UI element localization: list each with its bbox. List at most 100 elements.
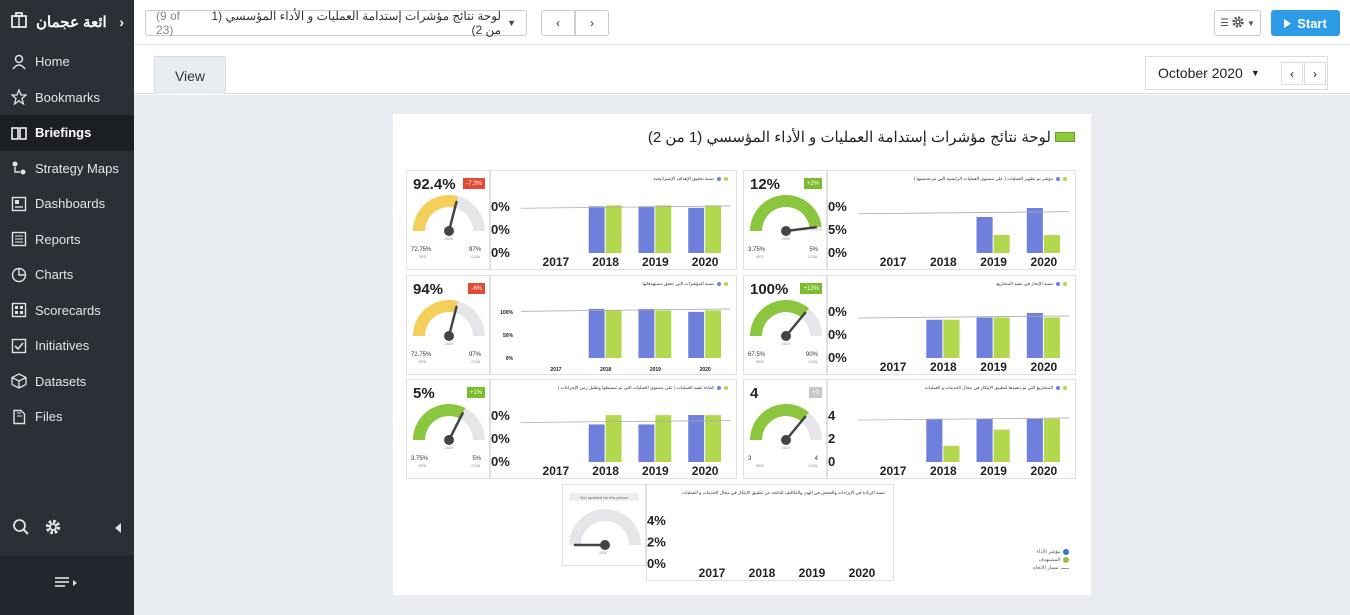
org-switcher[interactable]: ائعة عجمان ›: [0, 0, 134, 44]
user-icon: [10, 53, 27, 70]
tab-view[interactable]: View: [154, 56, 226, 94]
next-period-button[interactable]: ›: [1304, 62, 1326, 85]
previous-period-button[interactable]: ‹: [1281, 62, 1303, 85]
gauge-year: 2020: [782, 237, 790, 241]
x-tick-label: 2019: [799, 566, 826, 580]
gauge-year: 2020: [782, 446, 790, 450]
gauge-high-value: 97%: [468, 247, 481, 253]
battery-icon: [1055, 132, 1075, 142]
sidebar-item-initiatives[interactable]: Initiatives: [0, 328, 134, 364]
kpi-trend-chart[interactable]: كفاءة تنفيذ العمليات ( على مستوى العمليا…: [490, 379, 737, 479]
kpi-trend-chart[interactable]: نسبة الزيادة في الإيرادات والخفض في الهد…: [646, 484, 894, 581]
next-briefing-button[interactable]: ›: [575, 10, 609, 36]
sidebar-item-strategy-maps[interactable]: Strategy Maps: [0, 151, 134, 187]
sidebar-item-bookmarks[interactable]: Bookmarks: [0, 80, 134, 116]
sidebar-item-reports[interactable]: Reports: [0, 222, 134, 258]
y-tick-label: 50%: [503, 333, 514, 339]
sidebar-item-datasets[interactable]: Datasets: [0, 364, 134, 400]
sidebar-item-label: Briefings: [35, 125, 92, 141]
sidebar-item-scorecards[interactable]: Scorecards: [0, 293, 134, 329]
kpi-trend-chart[interactable]: المشاريع التي تم تنفيذها لتطبيق الإبتكار…: [827, 379, 1076, 479]
status-badge: +1%: [466, 387, 485, 398]
gauge-low-value: 3.75%: [411, 456, 429, 462]
sidebar-item-briefings[interactable]: Briefings: [0, 115, 134, 151]
bar-chart: 4% 2% 0% 2017 2018 2019 2020: [647, 513, 876, 580]
sidebar-item-files[interactable]: Files: [0, 399, 134, 435]
chevron-right-icon[interactable]: ›: [119, 14, 124, 30]
bar-series-1: [688, 415, 705, 462]
gauge-high-label: GOAL: [471, 360, 481, 364]
gauge-high-label: GOAL: [808, 360, 818, 364]
gauge-dial: [413, 195, 485, 236]
x-tick-label: 2018: [749, 566, 776, 580]
start-button[interactable]: Start: [1271, 10, 1340, 36]
sidebar-item-home[interactable]: Home: [0, 44, 134, 80]
y-tick-label: 0%: [491, 454, 510, 469]
gauge-dial: [750, 404, 822, 445]
sidebar-item-label: Files: [35, 409, 63, 425]
x-tick-label: 2020: [692, 464, 719, 478]
kpi-trend-chart[interactable]: مؤشر تم تطوير العمليات ( على مستوى العمل…: [827, 170, 1076, 270]
kpi-gauge-card[interactable]: 4 +0 2020 3 RED 4 GOAL: [743, 379, 827, 479]
y-tick-label: 0: [828, 454, 835, 469]
bar-series-1: [976, 217, 993, 253]
pie-chart-icon: [10, 266, 27, 283]
list-menu-icon[interactable]: [55, 576, 79, 595]
strategy-map-icon: [10, 160, 27, 177]
file-icon: [10, 408, 27, 425]
gauge-hub: [781, 226, 791, 236]
caret-down-icon: ▼: [1247, 18, 1255, 28]
sidebar-item-label: Scorecards: [35, 302, 101, 318]
gauge-track: [569, 509, 641, 545]
period-selector[interactable]: October 2020 ▼ ‹ ›: [1145, 56, 1328, 90]
sidebar: ائعة عجمان › Home Bookmarks Briefings Strat…: [0, 0, 134, 615]
gauge-low-label: RED: [756, 360, 764, 364]
kpi-gauge-card[interactable]: 94% -6% 2020 72.75% RED 97% GOAL: [406, 275, 490, 375]
x-tick-label: 2019: [980, 255, 1007, 269]
previous-briefing-button[interactable]: ‹: [541, 10, 575, 36]
gauge-low-label: RED: [756, 464, 764, 468]
gear-icon[interactable]: [44, 518, 62, 541]
gauge-low-label: RED: [419, 464, 427, 468]
kpi-gauge-card[interactable]: 100% +13% 2020 67.5% RED 90% GOAL: [743, 275, 827, 375]
x-tick-label: 2018: [592, 464, 619, 478]
kpi-trend-chart[interactable]: نسبة الإنجاز في تنفيذ المشاريع 0% 0% 0% 2017…: [827, 275, 1076, 375]
gauge-dial: [413, 404, 485, 445]
bar-series-1: [926, 319, 943, 358]
kpi-gauge-card[interactable]: Not updated for this period 2020: [562, 484, 646, 566]
kpi-gauge-card[interactable]: 92.4% -7.3% 2020 72.75% RED 97% GOAL: [406, 170, 490, 270]
legend-label: مؤشر الأداء: [1036, 549, 1061, 555]
gauge-high-value: 5%: [472, 456, 481, 462]
search-icon[interactable]: [12, 518, 30, 541]
legend-marker: [1063, 557, 1070, 563]
briefing-selector[interactable]: (9 of 23) لوحة نتائج مؤشرات إستدامة العم…: [145, 9, 527, 37]
x-tick-label: 2018: [930, 255, 957, 269]
sidebar-item-dashboards[interactable]: Dashboards: [0, 186, 134, 222]
gauge-fill: [750, 195, 822, 231]
x-tick-label: 2017: [550, 367, 561, 373]
gauge-high-value: 97%: [468, 352, 481, 358]
status-badge: -6%: [468, 283, 485, 294]
y-tick-label: 5%: [828, 222, 847, 237]
gauge-high-label: GOAL: [808, 464, 818, 468]
bar-series-2: [1043, 235, 1060, 253]
x-tick-label: 2018: [930, 464, 957, 478]
sidebar-item-label: Reports: [35, 231, 81, 247]
gauge-dial: [569, 509, 641, 550]
kpi-gauge-card[interactable]: 5% +1% 2020 3.75% RED 5% GOAL: [406, 379, 490, 479]
settings-menu-button[interactable]: ☰ ▼: [1214, 10, 1261, 36]
y-tick-label: 0%: [828, 199, 847, 214]
briefing-page: لوحة نتائج مؤشرات إستدامة العمليات و الأ…: [393, 114, 1091, 595]
y-tick-label: 0%: [647, 556, 666, 571]
status-badge: -7.3%: [463, 178, 485, 189]
legend-item: مؤشر الأداء: [1033, 548, 1070, 556]
kpi-gauge-card[interactable]: 12% +2% 2020 3.75% RED 5% GOAL: [743, 170, 827, 270]
kpi-trend-chart[interactable]: نسبة تحقيق الإهداف الإستراتيجية 0% 0% 0% 201…: [490, 170, 737, 270]
y-tick-label: 4%: [647, 513, 666, 528]
sidebar-item-charts[interactable]: Charts: [0, 257, 134, 293]
x-tick-label: 2019: [650, 367, 661, 373]
gauge-year: 2020: [445, 237, 453, 241]
gauge-dial: [750, 195, 822, 236]
collapse-sidebar-icon[interactable]: [114, 520, 122, 538]
kpi-trend-chart[interactable]: نسبة المؤشرات التي تحقق مستهدفاتها 100% 50…: [490, 275, 737, 375]
